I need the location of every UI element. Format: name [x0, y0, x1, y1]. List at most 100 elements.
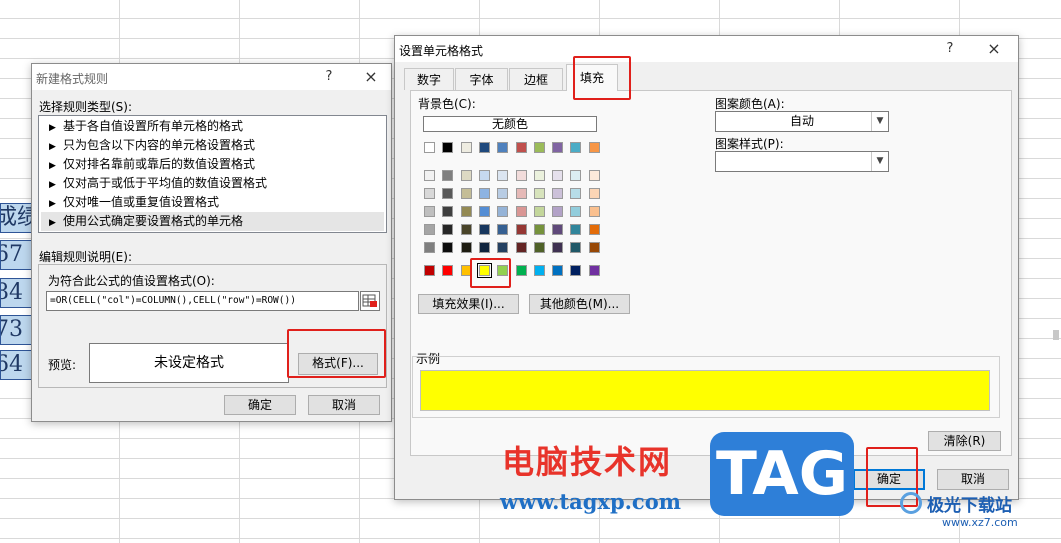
tint-color-swatch[interactable] — [479, 224, 490, 235]
standard-color-swatch[interactable] — [497, 265, 508, 276]
theme-color-swatch[interactable] — [589, 142, 600, 153]
tint-color-swatch[interactable] — [461, 224, 472, 235]
tint-color-swatch[interactable] — [570, 170, 581, 181]
theme-color-swatch[interactable] — [497, 142, 508, 153]
theme-color-swatch[interactable] — [424, 142, 435, 153]
tint-color-swatch[interactable] — [424, 170, 435, 181]
range-picker-button[interactable] — [360, 291, 380, 311]
scrollbar-marker[interactable] — [1053, 330, 1059, 340]
tint-color-swatch[interactable] — [461, 170, 472, 181]
rule-type-item[interactable]: ▶ 只为包含以下内容的单元格设置格式 — [41, 136, 384, 155]
tab-number[interactable]: 数字 — [404, 68, 454, 90]
tint-color-swatch[interactable] — [461, 206, 472, 217]
tint-color-swatch[interactable] — [534, 188, 545, 199]
tint-color-swatch[interactable] — [534, 242, 545, 253]
theme-color-swatch[interactable] — [479, 142, 490, 153]
tint-color-swatch[interactable] — [570, 224, 581, 235]
standard-color-swatch[interactable] — [516, 265, 527, 276]
tint-color-swatch[interactable] — [589, 242, 600, 253]
standard-color-swatch[interactable] — [424, 265, 435, 276]
tint-color-swatch[interactable] — [497, 206, 508, 217]
tab-font[interactable]: 字体 — [455, 68, 508, 90]
tint-color-swatch[interactable] — [552, 206, 563, 217]
pattern-style-select[interactable]: ▼ — [715, 151, 889, 172]
close-button[interactable]: × — [983, 39, 1005, 59]
theme-color-swatch[interactable] — [570, 142, 581, 153]
tint-color-swatch[interactable] — [479, 206, 490, 217]
cell-header[interactable]: 成绩 — [0, 203, 32, 233]
tint-color-swatch[interactable] — [552, 170, 563, 181]
help-button[interactable]: ? — [939, 39, 961, 59]
theme-color-swatch[interactable] — [516, 142, 527, 153]
theme-color-swatch[interactable] — [552, 142, 563, 153]
selected-yellow-swatch[interactable] — [477, 263, 492, 278]
tint-color-swatch[interactable] — [570, 206, 581, 217]
cancel-button[interactable]: 取消 — [937, 469, 1009, 490]
rule-type-item[interactable]: ▶ 基于各自值设置所有单元格的格式 — [41, 117, 384, 136]
tint-color-swatch[interactable] — [442, 188, 453, 199]
help-button[interactable]: ? — [318, 67, 340, 87]
tint-color-swatch[interactable] — [442, 242, 453, 253]
ok-button[interactable]: 确定 — [224, 395, 296, 415]
tint-color-swatch[interactable] — [516, 206, 527, 217]
rule-type-item[interactable]: ▶ 仅对排名靠前或靠后的数值设置格式 — [41, 155, 384, 174]
no-color-button[interactable]: 无颜色 — [423, 116, 597, 132]
tab-fill[interactable]: 填充 — [566, 64, 618, 91]
standard-color-swatch[interactable] — [442, 265, 453, 276]
tint-color-swatch[interactable] — [424, 224, 435, 235]
tint-color-swatch[interactable] — [516, 242, 527, 253]
tint-color-swatch[interactable] — [552, 224, 563, 235]
tint-color-swatch[interactable] — [461, 188, 472, 199]
tint-color-swatch[interactable] — [534, 206, 545, 217]
tint-color-swatch[interactable] — [479, 170, 490, 181]
tint-color-swatch[interactable] — [570, 242, 581, 253]
more-colors-button[interactable]: 其他颜色(M)... — [529, 294, 630, 314]
standard-color-swatch[interactable] — [534, 265, 545, 276]
theme-color-swatch[interactable] — [534, 142, 545, 153]
tint-color-swatch[interactable] — [424, 206, 435, 217]
tint-color-swatch[interactable] — [589, 188, 600, 199]
tint-color-swatch[interactable] — [442, 170, 453, 181]
tint-color-swatch[interactable] — [479, 188, 490, 199]
tint-color-swatch[interactable] — [589, 170, 600, 181]
fill-effects-button[interactable]: 填充效果(I)... — [418, 294, 519, 314]
tint-color-swatch[interactable] — [461, 242, 472, 253]
tint-color-swatch[interactable] — [424, 242, 435, 253]
cell-value[interactable]: 73 — [0, 315, 32, 345]
clear-button[interactable]: 清除(R) — [928, 431, 1001, 451]
tint-color-swatch[interactable] — [552, 242, 563, 253]
rule-type-item[interactable]: ▶ 仅对唯一值或重复值设置格式 — [41, 193, 384, 212]
tint-color-swatch[interactable] — [534, 170, 545, 181]
theme-color-swatch[interactable] — [442, 142, 453, 153]
tint-color-swatch[interactable] — [589, 206, 600, 217]
theme-color-swatch[interactable] — [461, 142, 472, 153]
tint-color-swatch[interactable] — [589, 224, 600, 235]
tint-color-swatch[interactable] — [516, 170, 527, 181]
standard-color-swatch[interactable] — [461, 265, 472, 276]
close-button[interactable]: × — [360, 67, 382, 87]
tint-color-swatch[interactable] — [570, 188, 581, 199]
tint-color-swatch[interactable] — [424, 188, 435, 199]
standard-color-swatch[interactable] — [589, 265, 600, 276]
rule-type-list[interactable]: ▶ 基于各自值设置所有单元格的格式 ▶ 只为包含以下内容的单元格设置格式 ▶ 仅对排名… — [38, 115, 387, 233]
cell-value[interactable]: 84 — [0, 278, 32, 308]
tint-color-swatch[interactable] — [479, 242, 490, 253]
tint-color-swatch[interactable] — [552, 188, 563, 199]
tint-color-swatch[interactable] — [497, 188, 508, 199]
standard-color-swatch[interactable] — [552, 265, 563, 276]
tint-color-swatch[interactable] — [497, 224, 508, 235]
tint-color-swatch[interactable] — [442, 224, 453, 235]
cell-value[interactable]: 64 — [0, 350, 32, 380]
pattern-color-select[interactable]: 自动 ▼ — [715, 111, 889, 132]
tint-color-swatch[interactable] — [534, 224, 545, 235]
rule-type-item-selected[interactable]: ▶ 使用公式确定要设置格式的单元格 — [41, 212, 384, 231]
cell-value[interactable]: 67 — [0, 240, 32, 270]
tab-border[interactable]: 边框 — [509, 68, 563, 90]
formula-input[interactable]: =OR(CELL("col")=COLUMN(),CELL("row")=ROW… — [46, 291, 359, 311]
standard-color-swatch[interactable] — [570, 265, 581, 276]
tint-color-swatch[interactable] — [442, 206, 453, 217]
tint-color-swatch[interactable] — [497, 242, 508, 253]
tint-color-swatch[interactable] — [516, 188, 527, 199]
cancel-button[interactable]: 取消 — [308, 395, 380, 415]
format-button[interactable]: 格式(F)... — [298, 353, 378, 375]
